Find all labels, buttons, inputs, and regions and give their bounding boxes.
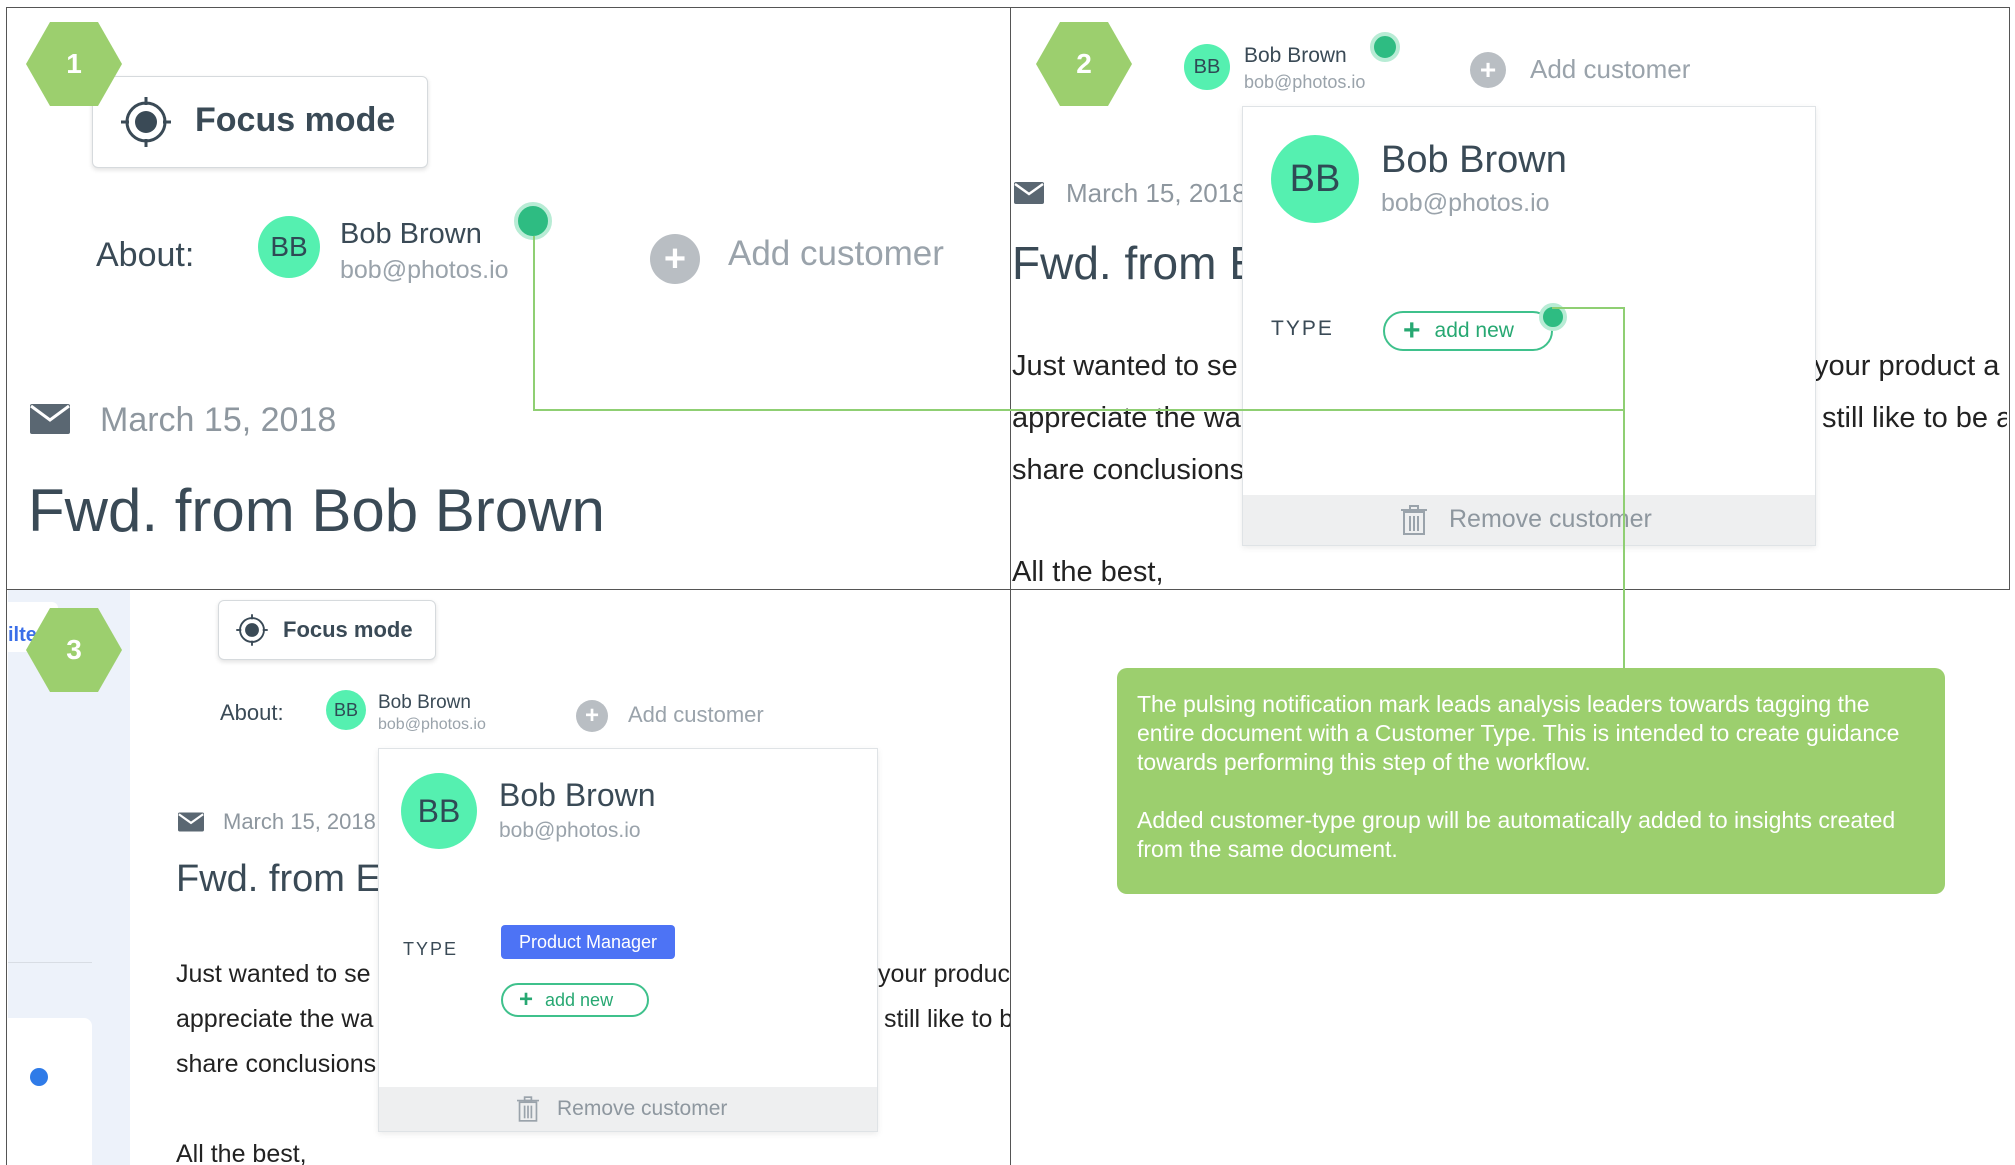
customer-name: Bob Brown (340, 218, 482, 250)
email-date: March 15, 2018 (223, 809, 376, 834)
customer-email: bob@photos.io (340, 256, 509, 284)
note-paragraph: Added customer-type group will be automa… (1137, 807, 1896, 862)
connector-line (1623, 307, 1625, 669)
focus-mode-label: Focus mode (283, 617, 413, 642)
card-customer-name: Bob Brown (499, 777, 656, 813)
customer-card: BB Bob Brown bob@photos.io TYPE Product … (378, 748, 878, 1132)
frame-right (2009, 7, 2010, 589)
customer-card: BB Bob Brown bob@photos.io TYPE + add ne… (1242, 106, 1816, 546)
annotation-note: The pulsing notification mark leads anal… (1117, 668, 1945, 894)
frame-top (6, 7, 2010, 8)
body-line: your product a (1814, 350, 2000, 382)
plus-circle-icon[interactable]: + (1470, 52, 1506, 88)
about-label: About: (96, 236, 195, 274)
plus-circle-icon[interactable]: + (576, 700, 608, 732)
body-line: appreciate the wa (1012, 402, 1241, 434)
panel-step-2: t: BB Bob Brown bob@photos.io + Add cust… (1012, 8, 2007, 588)
product-manager-tag[interactable]: Product Manager (501, 925, 675, 959)
connector-line (533, 409, 1624, 411)
envelope-icon (1014, 182, 1044, 204)
email-subject: Fwd. from E (1012, 237, 1260, 289)
crosshair-icon (235, 613, 269, 647)
email-date: March 15, 2018 (100, 401, 337, 439)
type-label: TYPE (403, 939, 459, 959)
type-label: TYPE (1271, 317, 1334, 340)
remove-customer-button[interactable]: Remove customer (557, 1097, 727, 1121)
header-customer-email: bob@photos.io (1244, 72, 1366, 92)
body-line: still like to be a (1822, 402, 2007, 434)
email-signoff: All the best, (176, 1140, 307, 1165)
avatar: BB (326, 690, 366, 730)
focus-mode-label: Focus mode (195, 101, 396, 139)
crosshair-icon (119, 95, 173, 149)
remove-customer-button[interactable]: Remove customer (1449, 505, 1652, 534)
header-customer-name: Bob Brown (1244, 44, 1347, 67)
card-footer: Remove customer (1243, 495, 1815, 545)
tag-label: Product Manager (518, 931, 658, 952)
card-customer-email: bob@photos.io (1381, 189, 1550, 217)
add-new-label: add new (545, 989, 614, 1010)
email-date: March 15, 2018 (1066, 178, 1247, 208)
add-customer-button[interactable]: Add customer (628, 702, 764, 728)
card-avatar: BB (401, 773, 477, 849)
unread-dot-icon (30, 1068, 48, 1086)
plus-icon: + (519, 986, 534, 1013)
add-new-label: add new (1434, 319, 1514, 342)
customer-name: Bob Brown (378, 692, 471, 713)
sidebar-card (8, 1018, 92, 1165)
body-line: Just wanted to se (1012, 350, 1238, 382)
envelope-icon (178, 812, 204, 832)
plus-circle-icon[interactable]: + (650, 234, 700, 284)
focus-mode-button[interactable]: Focus mode (92, 76, 428, 168)
about-label: About: (220, 700, 284, 725)
trash-icon (517, 1096, 539, 1122)
body-line: share conclusions (1012, 454, 1245, 486)
focus-mode-button[interactable]: Focus mode (218, 600, 436, 660)
add-customer-button[interactable]: Add customer (1530, 54, 1690, 85)
frame-middle-vertical (1010, 7, 1011, 1165)
pulsing-dot-icon[interactable] (514, 202, 552, 240)
add-new-type-button[interactable]: + add new (501, 983, 649, 1017)
customer-email: bob@photos.io (378, 716, 486, 733)
email-subject: Fwd. from Bob Brown (28, 477, 605, 544)
card-customer-email: bob@photos.io (499, 819, 641, 842)
note-paragraph: The pulsing notification mark leads anal… (1137, 691, 1900, 775)
avatar: BB (258, 216, 320, 278)
header-avatar: BB (1184, 44, 1230, 90)
add-customer-button[interactable]: Add customer (728, 234, 944, 274)
body-line: appreciate the wa (176, 1005, 374, 1033)
plus-icon: + (1403, 314, 1421, 347)
envelope-icon (30, 404, 70, 434)
body-line: your produc (878, 960, 1010, 988)
connector-line (533, 236, 535, 410)
panel-step-1: Focus mode About: BB Bob Brown bob@photo… (8, 8, 1010, 588)
card-footer: Remove customer (379, 1087, 877, 1131)
body-line: still like to b (884, 1005, 1010, 1033)
body-line: share conclusions (176, 1050, 377, 1078)
frame-left (6, 7, 7, 1165)
trash-icon (1401, 505, 1427, 535)
frame-middle-horizontal (6, 589, 2010, 590)
card-customer-name: Bob Brown (1381, 139, 1567, 181)
panel-step-3: ilter Focus mode About: BB Bob Brown bob… (8, 590, 1010, 1165)
body-line: Just wanted to se (176, 960, 371, 988)
card-avatar: BB (1271, 135, 1359, 223)
connector-line (1552, 307, 1624, 309)
pulsing-dot-icon[interactable] (1370, 32, 1400, 62)
add-new-type-button[interactable]: + add new (1383, 311, 1553, 351)
email-signoff: All the best, (1012, 556, 1164, 588)
sidebar-divider (8, 962, 92, 963)
email-subject: Fwd. from E (176, 858, 381, 900)
